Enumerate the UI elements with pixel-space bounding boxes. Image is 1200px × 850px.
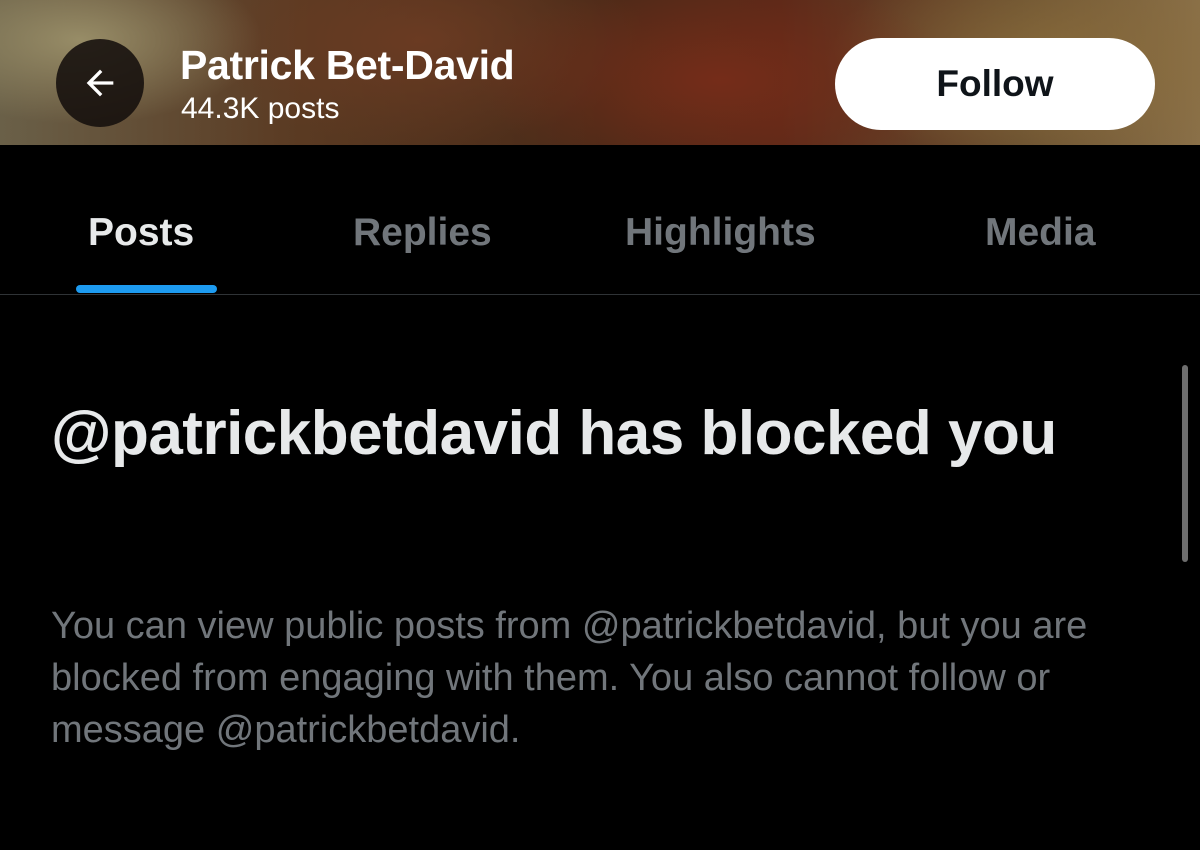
- scrollbar[interactable]: [1182, 365, 1188, 562]
- follow-button[interactable]: Follow: [835, 38, 1155, 130]
- back-button[interactable]: [56, 39, 144, 127]
- arrow-left-icon: [80, 63, 120, 103]
- tab-highlights[interactable]: Highlights: [625, 211, 816, 255]
- blocked-title: @patrickbetdavid has blocked you: [51, 399, 1057, 468]
- tab-posts[interactable]: Posts: [88, 211, 194, 255]
- blocked-description: You can view public posts from @patrickb…: [51, 605, 1088, 751]
- tab-media[interactable]: Media: [985, 211, 1096, 255]
- profile-tabs: Posts Replies Highlights Media: [0, 145, 1200, 295]
- tab-replies[interactable]: Replies: [353, 211, 492, 255]
- post-count: 44.3K posts: [181, 92, 340, 125]
- profile-name: Patrick Bet-David: [180, 42, 515, 88]
- profile-header: Patrick Bet-David 44.3K posts Follow: [0, 0, 1200, 145]
- active-tab-indicator: [76, 285, 217, 293]
- profile-page: Patrick Bet-David 44.3K posts Follow Pos…: [0, 0, 1200, 850]
